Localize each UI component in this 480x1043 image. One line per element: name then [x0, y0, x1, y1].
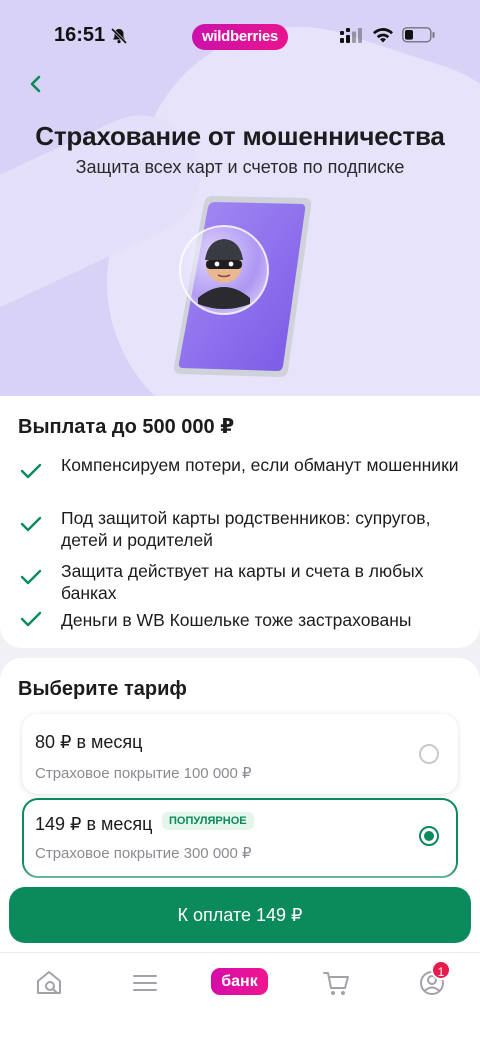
back-button[interactable] [22, 70, 50, 98]
benefit-text: Компенсируем потери, если обманут мошенн… [61, 455, 459, 475]
bank-tab[interactable]: банк [211, 968, 268, 995]
benefit-text: Под защитой карты родственников: супруго… [61, 508, 431, 550]
radio-button-selected[interactable] [419, 826, 439, 846]
benefit-text: Деньги в WB Кошельке тоже застрахованы [61, 610, 412, 630]
bottom-nav: банк [0, 952, 480, 1043]
checkmark-icon [20, 611, 42, 627]
checkmark-icon [20, 516, 42, 532]
wifi-icon [373, 28, 393, 43]
tariff-option-149[interactable]: 149 ₽ в месяц ПОПУЛЯРНОЕ Страховое покры… [22, 798, 458, 878]
checkmark-icon [20, 569, 42, 585]
cart-icon[interactable] [320, 967, 352, 999]
bell-muted-icon [110, 27, 128, 45]
payout-card: Выплата до 500 000 ₽ Компенсируем потери… [0, 396, 480, 648]
tariff-coverage: Страховое покрытие 100 000 ₽ [35, 765, 252, 782]
cellular-signal-icon [340, 28, 362, 43]
pay-button[interactable]: К оплате 149 ₽ [9, 887, 471, 943]
menu-icon[interactable] [129, 967, 161, 999]
page-subtitle: Защита всех карт и счетов по подписке [75, 157, 405, 177]
home-search-icon[interactable] [33, 967, 65, 999]
popular-badge: ПОПУЛЯРНОЕ [162, 812, 254, 830]
benefit-text: Защита действует на карты и счета в любы… [61, 561, 424, 603]
checkmark-icon [20, 463, 42, 479]
tariff-price: 149 ₽ в месяц [35, 814, 153, 834]
notification-badge: 1 [431, 960, 451, 980]
payout-title: Выплата до 500 000 ₽ [18, 416, 235, 438]
radio-dot [424, 831, 434, 841]
phone-thief-illustration [173, 196, 312, 377]
tariff-price: 80 ₽ в месяц [35, 732, 143, 752]
status-time: 16:51 [54, 24, 106, 46]
radio-button[interactable] [419, 744, 439, 764]
wildberries-logo: wildberries [192, 24, 288, 50]
battery-icon [402, 27, 435, 43]
status-bar: 16:51 wildberries [0, 0, 480, 72]
page-title: Страхование от мошенничества [35, 121, 445, 151]
tariff-title: Выберите тариф [18, 678, 187, 700]
tariff-option-80[interactable]: 80 ₽ в месяц Страховое покрытие 100 000 … [22, 714, 458, 794]
tariff-coverage: Страховое покрытие 300 000 ₽ [35, 845, 252, 862]
